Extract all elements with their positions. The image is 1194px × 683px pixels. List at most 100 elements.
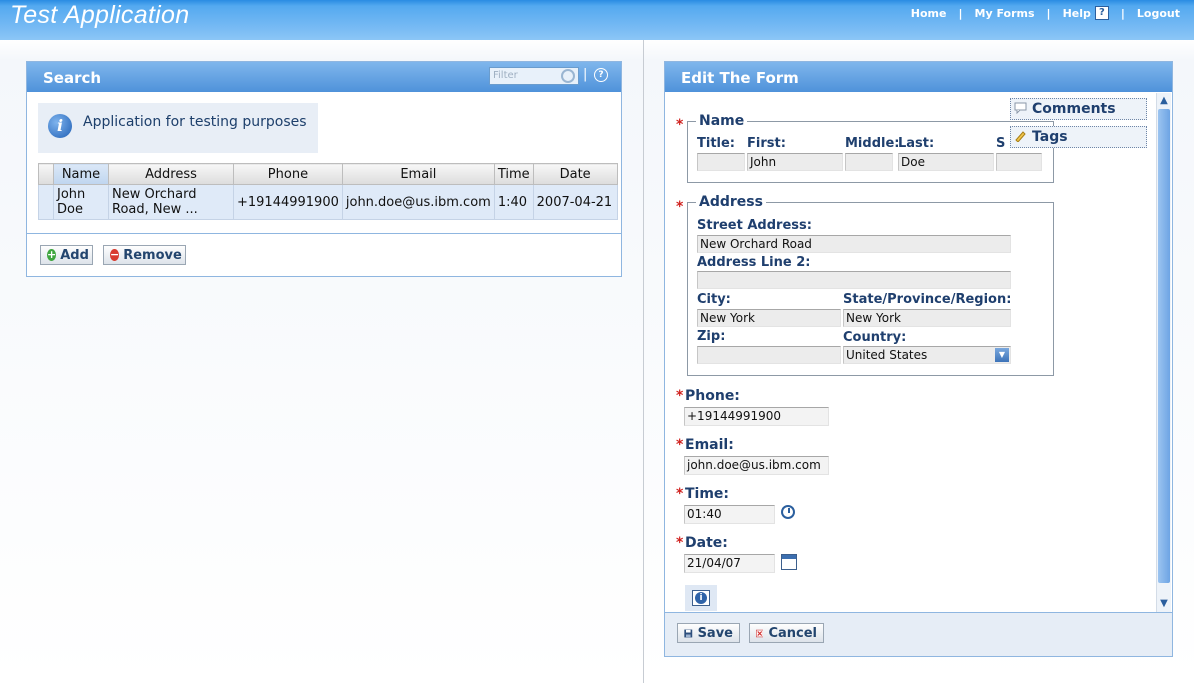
nav-separator: | bbox=[1046, 6, 1051, 20]
cell-email[interactable]: john.doe@us.ibm.com bbox=[341, 184, 495, 220]
required-marker: * bbox=[676, 486, 684, 502]
nav-separator: | bbox=[1120, 6, 1125, 20]
form-scrollbar[interactable]: ▲ ▼ bbox=[1156, 93, 1171, 612]
edit-toolbar: Save Cancel bbox=[665, 613, 1172, 656]
pane-divider[interactable] bbox=[643, 40, 644, 683]
first-name-field[interactable]: John bbox=[747, 153, 843, 171]
cell-address[interactable]: New Orchard Road, New ... bbox=[108, 184, 234, 220]
info-message-text: Application for testing purposes bbox=[83, 114, 307, 130]
column-header-time[interactable]: Time bbox=[493, 163, 534, 185]
address-legend: Address bbox=[699, 194, 763, 210]
date-field[interactable]: 21/04/07 bbox=[684, 554, 775, 573]
info-icon: i bbox=[48, 114, 72, 138]
phone-field[interactable]: +19144991900 bbox=[684, 407, 829, 426]
add-button[interactable]: + Add bbox=[40, 245, 93, 265]
remove-button-label: Remove bbox=[123, 247, 182, 263]
column-header-phone[interactable]: Phone bbox=[233, 163, 343, 185]
remove-button[interactable]: − Remove bbox=[103, 245, 186, 265]
zip-field[interactable] bbox=[697, 346, 841, 364]
column-header-date[interactable]: Date bbox=[532, 163, 618, 185]
country-select-value: United States bbox=[846, 348, 928, 362]
tags-tab-label: Tags bbox=[1032, 129, 1068, 145]
cell-phone[interactable]: +19144991900 bbox=[233, 184, 343, 220]
cell-time[interactable]: 1:40 bbox=[493, 184, 534, 220]
required-marker: * bbox=[676, 117, 684, 133]
results-table: Name Address Phone Email Time Date John … bbox=[38, 163, 618, 220]
city-label: City: bbox=[697, 292, 731, 307]
edit-panel-header: Edit The Form bbox=[665, 62, 1172, 92]
edit-form-panel: Edit The Form * Name Title: First: Middl… bbox=[664, 61, 1173, 657]
search-panel-title: Search bbox=[43, 69, 102, 87]
cancel-button[interactable]: Cancel bbox=[749, 623, 824, 643]
nav-my-forms-link[interactable]: My Forms bbox=[975, 7, 1035, 20]
required-marker: * bbox=[676, 199, 684, 215]
country-select[interactable]: United States ▼ bbox=[843, 346, 1011, 364]
city-field[interactable]: New York bbox=[697, 309, 841, 327]
table-row[interactable]: John Doe New Orchard Road, New ... +1914… bbox=[38, 184, 618, 220]
row-selector[interactable] bbox=[38, 184, 54, 220]
column-header-email[interactable]: Email bbox=[341, 163, 495, 185]
state-label: State/Province/Region: bbox=[843, 292, 1012, 307]
suffix-label: S bbox=[996, 136, 1006, 151]
cell-name[interactable]: John Doe bbox=[53, 184, 109, 220]
nav-home-link[interactable]: Home bbox=[911, 7, 947, 20]
state-field[interactable]: New York bbox=[843, 309, 1011, 327]
save-button-label: Save bbox=[697, 625, 733, 641]
help-icon[interactable]: ? bbox=[1094, 6, 1109, 20]
date-label: Date: bbox=[685, 535, 728, 551]
app-title: Test Application bbox=[10, 1, 190, 29]
form-scroll-area[interactable]: * Name Title: First: Middle: Last: S Joh… bbox=[665, 92, 1155, 612]
chevron-down-icon[interactable]: ▼ bbox=[995, 348, 1009, 362]
email-field[interactable]: john.doe@us.ibm.com bbox=[684, 456, 829, 475]
title-field[interactable] bbox=[697, 153, 745, 171]
scrollbar-thumb[interactable] bbox=[1158, 109, 1170, 583]
column-header-name[interactable]: Name bbox=[53, 163, 109, 185]
first-name-label: First: bbox=[747, 136, 786, 151]
floppy-disk-icon bbox=[684, 629, 693, 637]
edit-panel-title: Edit The Form bbox=[681, 69, 799, 87]
address-line-2-label: Address Line 2: bbox=[697, 255, 811, 270]
comment-icon bbox=[1014, 102, 1027, 114]
cancel-button-label: Cancel bbox=[768, 625, 817, 641]
calendar-icon[interactable] bbox=[781, 554, 797, 570]
app-header: Test Application Home | My Forms | Help … bbox=[0, 0, 1194, 40]
filter-input[interactable]: Filter bbox=[489, 67, 579, 85]
required-marker: * bbox=[676, 388, 684, 404]
email-label: Email: bbox=[685, 437, 734, 453]
middle-name-field[interactable] bbox=[845, 153, 893, 171]
table-header-row: Name Address Phone Email Time Date bbox=[38, 163, 618, 185]
street-address-label: Street Address: bbox=[697, 218, 812, 233]
last-name-field[interactable]: Doe bbox=[898, 153, 994, 171]
row-selector-header[interactable] bbox=[38, 163, 54, 185]
info-message: i Application for testing purposes bbox=[38, 103, 318, 153]
last-name-label: Last: bbox=[898, 136, 935, 151]
time-label: Time: bbox=[685, 486, 730, 502]
time-field[interactable]: 01:40 bbox=[684, 505, 775, 524]
search-panel: Search Filter | ? i Application for test… bbox=[26, 61, 622, 277]
country-label: Country: bbox=[843, 330, 907, 345]
clock-icon[interactable] bbox=[781, 505, 795, 519]
nav-logout-link[interactable]: Logout bbox=[1137, 7, 1180, 20]
chevron-down-icon[interactable]: ▼ bbox=[1157, 597, 1171, 611]
chevron-up-icon[interactable]: ▲ bbox=[1157, 94, 1171, 108]
name-legend: Name bbox=[699, 113, 745, 129]
suffix-field[interactable] bbox=[996, 153, 1042, 171]
column-header-address[interactable]: Address bbox=[108, 163, 234, 185]
tags-tab[interactable]: Tags bbox=[1010, 126, 1147, 148]
add-button-label: Add bbox=[60, 247, 89, 263]
search-help-icon[interactable]: ? bbox=[594, 68, 608, 82]
x-icon bbox=[756, 629, 764, 637]
header-separator: | bbox=[583, 67, 588, 82]
tag-pencil-icon bbox=[1015, 131, 1026, 142]
nav-help-link[interactable]: Help bbox=[1063, 7, 1091, 20]
info-icon: i bbox=[692, 590, 710, 606]
nav-separator: | bbox=[958, 6, 963, 20]
address-line-2-field[interactable] bbox=[697, 271, 1011, 289]
save-button[interactable]: Save bbox=[677, 623, 740, 643]
cell-date[interactable]: 2007-04-21 bbox=[532, 184, 618, 220]
form-info-button[interactable]: i bbox=[685, 585, 717, 611]
comments-tab[interactable]: Comments bbox=[1010, 98, 1147, 120]
required-marker: * bbox=[676, 437, 684, 453]
street-address-field[interactable]: New Orchard Road bbox=[697, 235, 1011, 253]
minus-circle-icon: − bbox=[110, 248, 120, 261]
